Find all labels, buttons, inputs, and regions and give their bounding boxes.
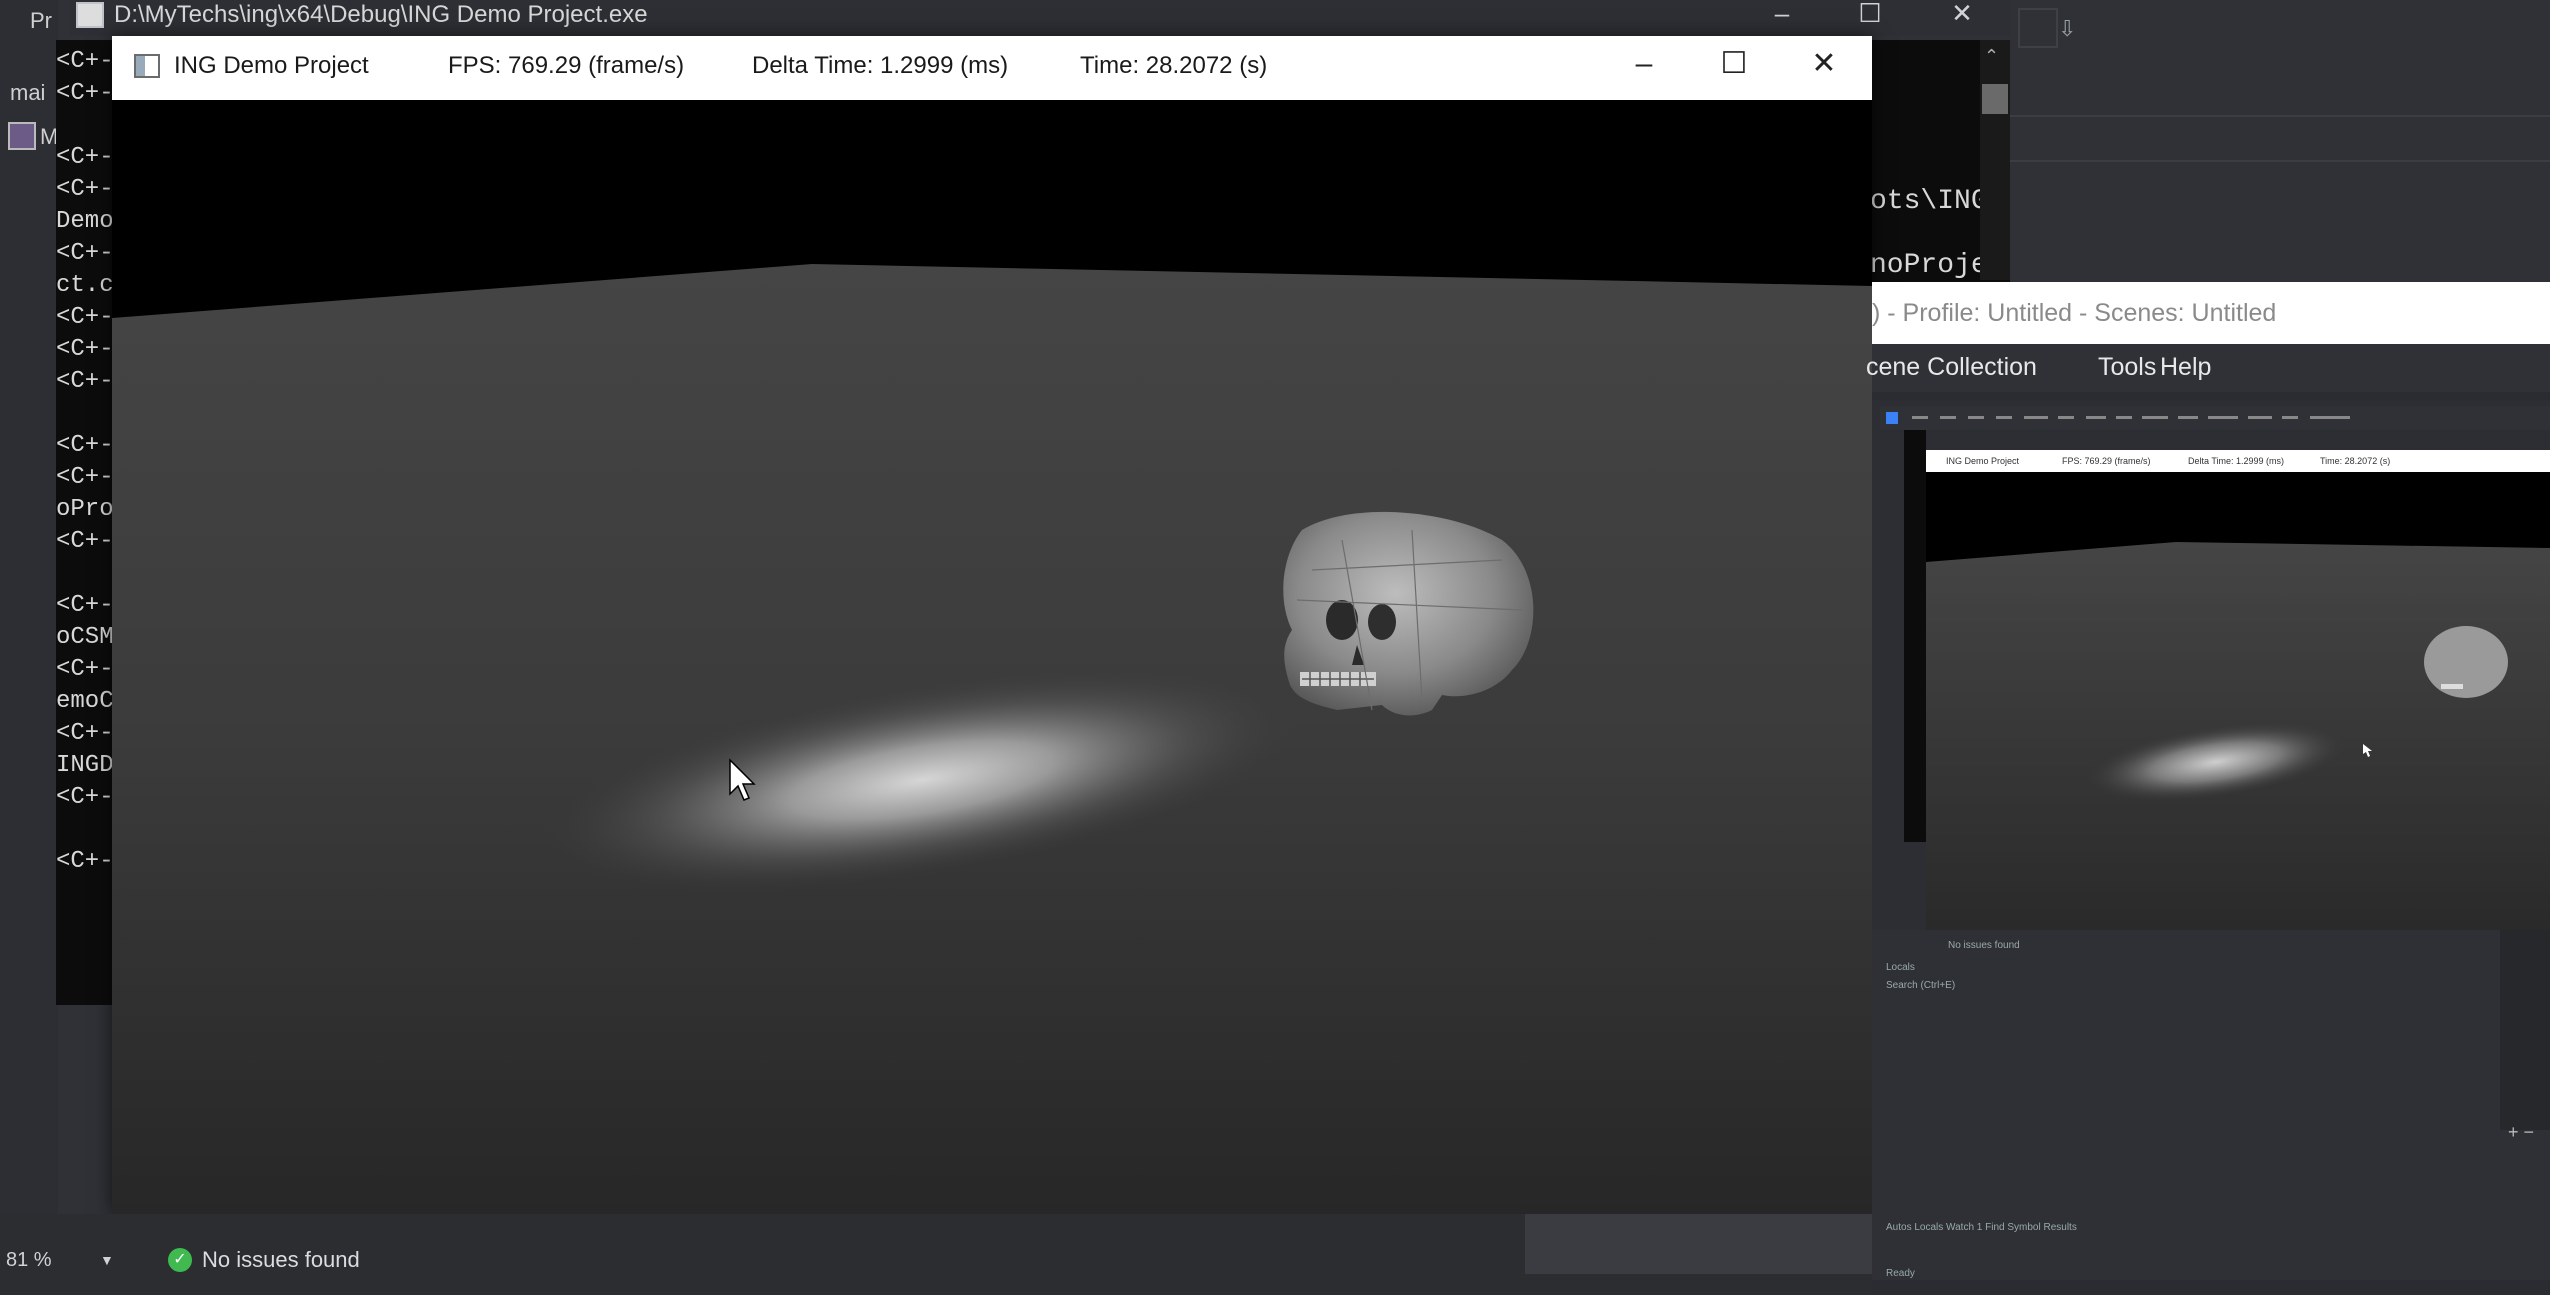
console-line: <C+- <box>56 848 114 875</box>
scrollbar-thumb[interactable] <box>1982 84 2008 114</box>
console-line: <C+- <box>56 240 114 267</box>
mini-demo-title: ING Demo Project <box>1946 456 2020 466</box>
zoom-value: 81 % <box>6 1249 52 1271</box>
ide-toolbar-button[interactable] <box>2018 8 2058 48</box>
solution-icon[interactable] <box>8 122 36 150</box>
ide-tab-partial[interactable]: Pr <box>30 8 52 34</box>
mini-scene-render <box>1926 472 2550 930</box>
console-minimize-button[interactable]: – <box>1752 0 1812 30</box>
console-line: oCSM <box>56 624 114 651</box>
time-readout: Time: 28.2072 (s) <box>1080 52 1268 79</box>
menu-scene-collection[interactable]: cene Collection <box>1866 352 2037 382</box>
console-line: <C+- <box>56 144 114 171</box>
console-line: <C+- <box>56 432 114 459</box>
statusbar-right <box>1525 1214 1872 1274</box>
issues-status[interactable]: No issues found <box>202 1246 360 1274</box>
console-line: Demo <box>56 208 114 235</box>
check-circle-icon: ✓ <box>168 1248 192 1272</box>
console-line: <C+- <box>56 176 114 203</box>
mini-time: Time: 28.2072 (s) <box>2320 456 2391 466</box>
ide-main-partial: mai <box>10 80 46 105</box>
console-line: <C+- <box>56 80 114 107</box>
ide-left-strip <box>0 0 58 1295</box>
console-line: <C+- <box>56 304 114 331</box>
scene-render <box>112 100 1872 1214</box>
demo-title: ING Demo Project <box>174 52 369 79</box>
mini-search-field: Search (Ctrl+E) <box>1886 980 1956 991</box>
console-line: <C+- <box>56 784 114 811</box>
console-output: <C+- <C+- <C+- <C+- Demo <C+- ct.c <C+- <C+- <C+… <box>56 46 116 946</box>
console-line: <C+- <box>56 592 114 619</box>
console-line: <C+- <box>56 48 114 75</box>
console-line: INGD <box>56 752 114 779</box>
add-icon[interactable]: + − <box>2508 1122 2534 1143</box>
obs-side-column <box>2500 930 2550 1130</box>
maximize-button[interactable]: ☐ <box>1694 44 1774 88</box>
console-line-fragment: ots\ING <box>1870 186 1988 217</box>
menu-help[interactable]: Help <box>2160 352 2211 382</box>
console-line: <C+- <box>56 720 114 747</box>
render-viewport[interactable] <box>112 100 1872 1214</box>
mini-bottom-tabs: Autos Locals Watch 1 Find Symbol Results <box>1886 1222 2077 1233</box>
mini-delta: Delta Time: 1.2999 (ms) <box>2188 456 2285 466</box>
console-line: <C+- <box>56 528 114 555</box>
divider <box>2010 115 2550 117</box>
console-close-button[interactable]: ✕ <box>1932 0 1992 30</box>
ide-right-panel <box>2010 0 2550 280</box>
fps-readout: FPS: 769.29 (frame/s) <box>448 52 685 79</box>
divider <box>2010 160 2550 162</box>
mini-fps: FPS: 769.29 (frame/s) <box>2062 456 2151 466</box>
close-button[interactable]: ✕ <box>1784 44 1864 88</box>
mini-locals-title: Locals <box>1886 962 1915 973</box>
obs-title: ) - Profile: Untitled - Scenes: Untitled <box>1872 299 2277 327</box>
mini-status-ready: Ready <box>1886 1268 1915 1279</box>
console-line: <C+- <box>56 336 114 363</box>
console-line: oPro <box>56 496 114 523</box>
delta-time-readout: Delta Time: 1.2999 (ms) <box>752 52 1009 79</box>
console-line: <C+- <box>56 368 114 395</box>
menu-tools[interactable]: Tools <box>2098 352 2156 382</box>
console-line: <C+- <box>56 464 114 491</box>
app-window-icon <box>76 2 104 28</box>
mini-issues: No issues found <box>1948 940 2020 951</box>
console-line: emoC <box>56 688 114 715</box>
console-line: ct.c <box>56 272 114 299</box>
mini-ide-menubar <box>1880 406 2550 430</box>
console-maximize-button[interactable]: ☐ <box>1840 0 1900 30</box>
console-output-right: ots\ING noProje <box>1870 170 1988 298</box>
console-title: D:\MyTechs\ing\x64\Debug\ING Demo Projec… <box>114 1 648 28</box>
minimize-button[interactable]: – <box>1604 44 1684 88</box>
chevron-down-icon[interactable]: ⇩ <box>2058 16 2076 42</box>
mini-console <box>1904 430 1926 842</box>
console-scrollbar[interactable] <box>1980 40 2010 280</box>
scroll-up-icon[interactable]: ⌃ <box>1984 46 1999 67</box>
console-line: <C+- <box>56 656 114 683</box>
mini-render-viewport <box>1926 472 2550 930</box>
chevron-down-icon[interactable]: ▼ <box>100 1246 114 1274</box>
app-window-icon <box>134 54 160 78</box>
